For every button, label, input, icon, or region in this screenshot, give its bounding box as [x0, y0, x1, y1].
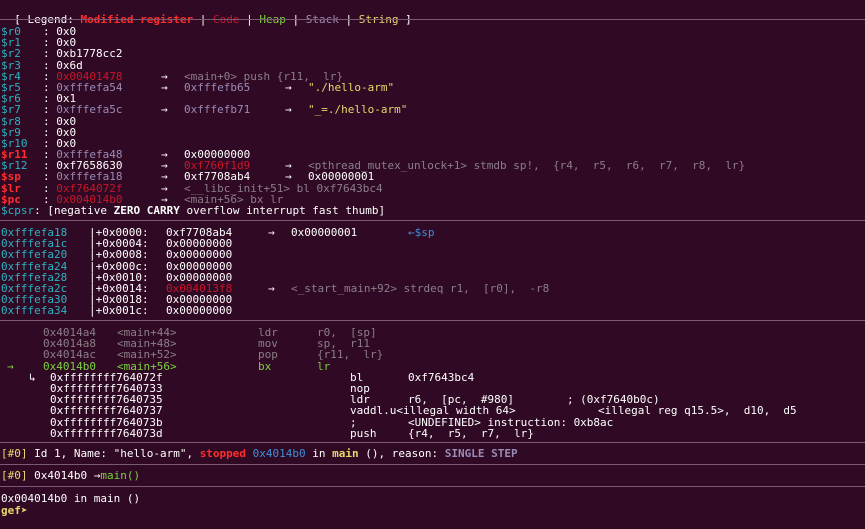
code-mnemonic: bx [258, 359, 272, 373]
register-deref: 0xfffefb71 [184, 103, 251, 117]
register-arrow: → [161, 80, 168, 94]
cpsr-space [140, 204, 147, 217]
stack-value: 0x00000000 [166, 248, 233, 262]
stack-address: 0xfffefa34 [1, 304, 68, 318]
register-arrow: → [285, 170, 292, 184]
divider-trace [0, 464, 865, 465]
thread-name: Id 1, Name: "hello-arm", [27, 447, 200, 460]
cpsr-carry-flag: CARRY [146, 204, 180, 217]
stack-deref: 0x00000001 [291, 226, 358, 239]
branch-operands: {r4, r5, r7, lr} [408, 426, 534, 440]
register-deref: 0x00000001 [308, 170, 375, 184]
stack-offset-text: +0x001c: [95, 304, 149, 318]
code-operands: lr [317, 359, 331, 373]
thread-function: main [332, 447, 359, 460]
sp-marker: ←$sp [408, 226, 435, 239]
thread-info: [#0] Id 1, Name: "hello-arm", stopped 0x… [1, 448, 518, 459]
thread-reason-label: (), reason: [358, 447, 445, 460]
stack-deref: <_start_main+92> strdeq r1, [r0], -r8 [291, 281, 550, 295]
branch-operands: 0xf7643bc4 [408, 370, 475, 384]
stack-offset: |+0x001c: [89, 304, 149, 318]
register-string: "_=./hello-arm" [308, 103, 408, 117]
stack-panel: 0xfffefa18 |+0x0000: 0xf7708ab4 → 0x00000001… [1, 227, 549, 318]
register-arrow: → [161, 170, 168, 184]
stack-arrow: → [268, 281, 275, 295]
stack-row: 0xfffefa34 |+0x001c: 0x00000000 [1, 304, 232, 318]
register-row-cpsr: $cpsr: [negative ZERO CARRY overflow int… [1, 205, 385, 216]
branch-arrow-icon: ↳ [29, 370, 36, 384]
legend-bar: [ Legend: Modified register | Code | Hea… [1, 3, 411, 25]
trace-arrow: → [87, 469, 101, 482]
code-symbol: <main+52> [117, 348, 177, 362]
thread-in: in [305, 447, 333, 460]
divider-output [0, 486, 865, 487]
branch-address: 0xffffffff7640737 [50, 404, 163, 418]
register-arrow: → [161, 103, 168, 117]
gef-prompt: gef➤ [1, 504, 28, 517]
output-line: 0x004014b0 in main () [1, 492, 141, 505]
divider-legend [0, 19, 865, 20]
register-deref: 0xf7708ab4 [184, 170, 251, 184]
divider-stack [0, 220, 865, 221]
thread-id: [#0] [1, 447, 28, 460]
cpsr-sep: : [34, 204, 48, 217]
cpsr-rest: overflow interrupt fast thumb] [179, 204, 386, 217]
registers-panel: $r0: 0x0 $r1: 0x0 $r2: 0xb1778cc2 $r3: 0… [1, 26, 745, 216]
cpsr-open: [ [47, 204, 54, 217]
trace-info: [#0] 0x4014b0 →main() [1, 470, 140, 481]
register-arrow: → [285, 103, 292, 117]
current-instruction-arrow-icon: → [7, 359, 14, 373]
stack-value: 0x00000000 [166, 304, 233, 318]
branch-address: 0xffffffff764073d [50, 426, 163, 440]
code-mnemonic: pop [258, 348, 278, 362]
branch-mnemonic: push [350, 426, 377, 440]
cursor [28, 504, 35, 517]
thread-reason: SINGLE STEP [444, 447, 518, 460]
divider-code [0, 320, 865, 321]
register-arrow: → [285, 80, 292, 94]
register-deref: 0xfffefb65 [184, 80, 251, 94]
cpsr-negative: negative [54, 204, 114, 217]
branch-operands: <illegal reg q15.5>, d10, d5 [598, 404, 797, 418]
stack-arrow: → [268, 226, 275, 239]
register-name: $cpsr [1, 204, 35, 217]
code-address: 0x4014ac [43, 348, 96, 362]
command-prompt[interactable]: gef➤ [1, 505, 34, 516]
trace-address: 0x4014b0 [27, 469, 88, 482]
thread-address: 0x4014b0 [246, 447, 306, 460]
branch-mnemonic: vaddl.u<illegal width 64> [350, 404, 516, 418]
register-string: "./hello-arm" [308, 80, 395, 94]
code-operands: {r11, lr} [317, 348, 384, 362]
divider-threads [0, 442, 865, 443]
thread-state: stopped [199, 447, 247, 460]
trace-function: main() [100, 469, 141, 482]
cpsr-zero-flag: ZERO [113, 204, 141, 217]
trace-frame-id: [#0] [1, 469, 28, 482]
